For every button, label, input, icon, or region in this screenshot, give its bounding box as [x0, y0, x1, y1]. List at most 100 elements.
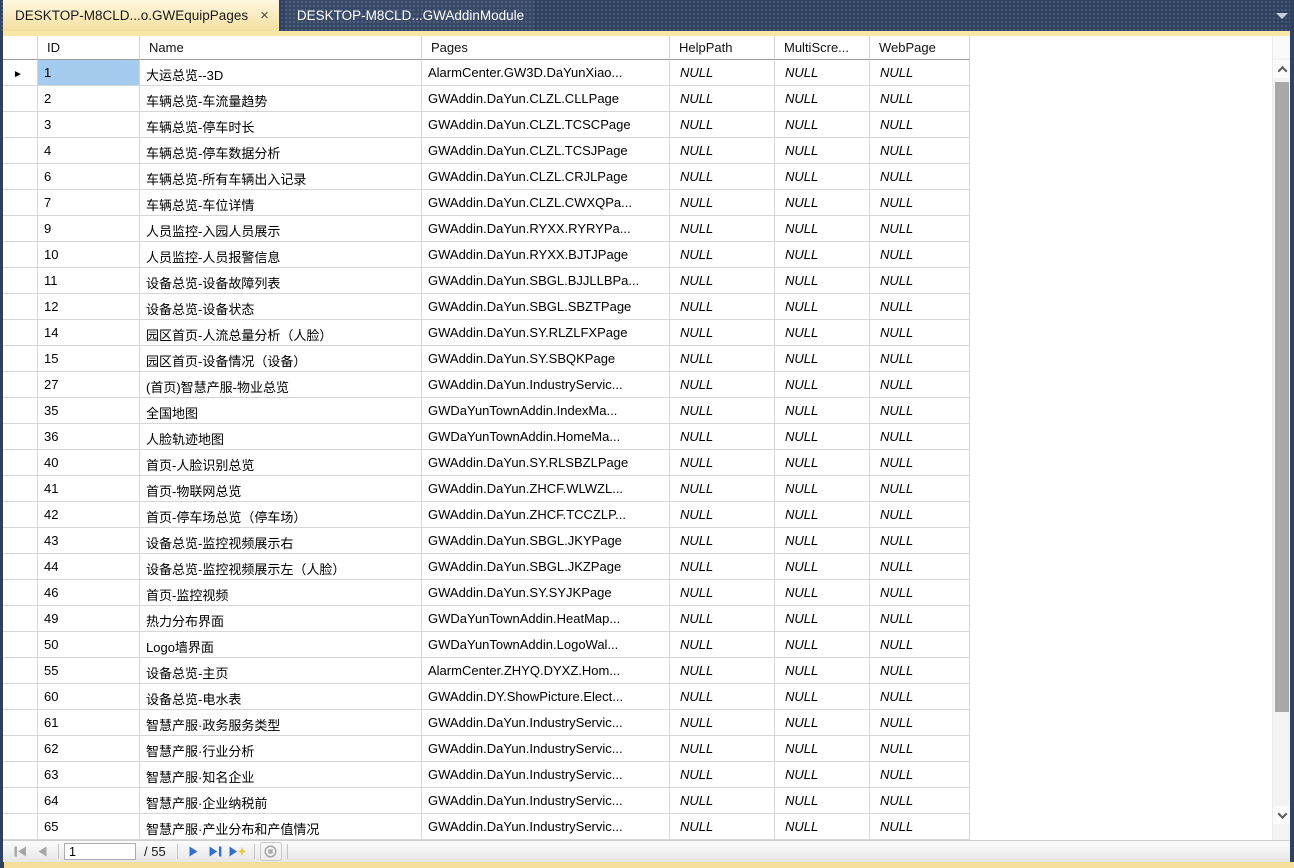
column-header-pages[interactable]: Pages — [422, 36, 670, 60]
row-header[interactable] — [3, 632, 38, 658]
grid-cell[interactable]: 40 — [38, 450, 140, 476]
grid-cell[interactable]: NULL — [870, 294, 970, 320]
grid-cell[interactable]: NULL — [670, 268, 775, 294]
grid-cell[interactable]: GWAddin.DaYun.IndustryServic... — [422, 788, 670, 814]
row-header[interactable] — [3, 658, 38, 684]
grid-cell[interactable]: NULL — [775, 372, 870, 398]
grid-cell[interactable]: GWDaYunTownAddin.HeatMap... — [422, 606, 670, 632]
grid-cell[interactable]: NULL — [870, 528, 970, 554]
grid-cell[interactable]: 50 — [38, 632, 140, 658]
grid-cell[interactable]: GWAddin.DaYun.SBGL.BJJLLBPa... — [422, 268, 670, 294]
grid-cell[interactable]: (首页)智慧产服-物业总览 — [140, 372, 422, 398]
grid-cell[interactable]: 14 — [38, 320, 140, 346]
grid-cell[interactable]: GWAddin.DY.ShowPicture.Elect... — [422, 684, 670, 710]
grid-cell[interactable]: GWAddin.DaYun.CLZL.CRJLPage — [422, 164, 670, 190]
grid-cell[interactable]: NULL — [670, 736, 775, 762]
grid-cell[interactable]: NULL — [870, 138, 970, 164]
grid-cell[interactable]: GWAddin.DaYun.CLZL.TCSJPage — [422, 138, 670, 164]
grid-cell[interactable]: NULL — [670, 190, 775, 216]
grid-cell[interactable]: NULL — [870, 86, 970, 112]
row-header[interactable] — [3, 320, 38, 346]
grid-cell[interactable]: GWAddin.DaYun.SBGL.JKYPage — [422, 528, 670, 554]
row-header[interactable] — [3, 814, 38, 840]
grid-cell[interactable]: 55 — [38, 658, 140, 684]
grid-cell[interactable]: NULL — [775, 242, 870, 268]
grid-cell[interactable]: 43 — [38, 528, 140, 554]
row-header[interactable] — [3, 138, 38, 164]
grid-cell[interactable]: NULL — [870, 684, 970, 710]
grid-cell[interactable]: NULL — [775, 320, 870, 346]
grid-cell[interactable]: NULL — [670, 86, 775, 112]
grid-cell[interactable]: NULL — [870, 658, 970, 684]
grid-cell[interactable]: NULL — [870, 60, 970, 86]
grid-cell[interactable]: 首页-监控视频 — [140, 580, 422, 606]
grid-cell[interactable]: NULL — [870, 424, 970, 450]
grid-cell[interactable]: 智慧产服·政务服务类型 — [140, 710, 422, 736]
grid-cell[interactable]: NULL — [870, 502, 970, 528]
grid-cell[interactable]: NULL — [775, 528, 870, 554]
grid-cell[interactable]: 65 — [38, 814, 140, 840]
grid-cell[interactable]: 4 — [38, 138, 140, 164]
grid-cell[interactable]: 首页-人脸识别总览 — [140, 450, 422, 476]
grid-cell[interactable]: NULL — [775, 190, 870, 216]
grid-cell[interactable]: GWAddin.DaYun.SBGL.SBZTPage — [422, 294, 670, 320]
grid-cell[interactable]: 11 — [38, 268, 140, 294]
grid-cell[interactable]: NULL — [670, 294, 775, 320]
grid-cell[interactable]: NULL — [870, 346, 970, 372]
grid-cell[interactable]: NULL — [775, 684, 870, 710]
row-header[interactable] — [3, 450, 38, 476]
grid-cell[interactable]: 大运总览--3D — [140, 60, 422, 86]
grid-cell[interactable]: 人员监控-人员报警信息 — [140, 242, 422, 268]
grid-cell[interactable]: NULL — [870, 710, 970, 736]
grid-cell[interactable]: GWAddin.DaYun.RYXX.RYRYPa... — [422, 216, 670, 242]
row-header[interactable] — [3, 164, 38, 190]
grid-cell[interactable]: Logo墙界面 — [140, 632, 422, 658]
row-header[interactable] — [3, 398, 38, 424]
grid-cell[interactable]: 49 — [38, 606, 140, 632]
grid-cell[interactable]: NULL — [775, 788, 870, 814]
grid-cell[interactable]: NULL — [775, 60, 870, 86]
scroll-up-button[interactable] — [1273, 60, 1291, 78]
grid-cell[interactable]: NULL — [775, 450, 870, 476]
stop-button[interactable] — [259, 842, 282, 861]
grid-cell[interactable]: NULL — [775, 86, 870, 112]
grid-cell[interactable]: NULL — [670, 320, 775, 346]
grid-cell[interactable]: NULL — [870, 476, 970, 502]
last-record-button[interactable] — [205, 843, 227, 861]
grid-cell[interactable]: NULL — [670, 424, 775, 450]
grid-cell[interactable]: 智慧产服·产业分布和产值情况 — [140, 814, 422, 840]
grid-cell[interactable]: NULL — [775, 398, 870, 424]
next-record-button[interactable] — [183, 843, 205, 861]
grid-cell[interactable]: NULL — [775, 606, 870, 632]
grid-cell[interactable]: 设备总览-设备故障列表 — [140, 268, 422, 294]
grid-cell[interactable]: NULL — [775, 216, 870, 242]
grid-cell[interactable]: GWAddin.DaYun.RYXX.BJTJPage — [422, 242, 670, 268]
grid-cell[interactable]: AlarmCenter.GW3D.DaYunXiao... — [422, 60, 670, 86]
grid-cell[interactable]: GWAddin.DaYun.CLZL.TCSCPage — [422, 112, 670, 138]
grid-cell[interactable]: 智慧产服·企业纳税前 — [140, 788, 422, 814]
row-header[interactable] — [3, 216, 38, 242]
grid-cell[interactable]: 63 — [38, 762, 140, 788]
column-header-name[interactable]: Name — [140, 36, 422, 60]
grid-cell[interactable]: 64 — [38, 788, 140, 814]
scroll-down-button[interactable] — [1273, 806, 1291, 824]
grid-cell[interactable]: NULL — [670, 580, 775, 606]
grid-cell[interactable]: 10 — [38, 242, 140, 268]
grid-cell[interactable]: NULL — [775, 502, 870, 528]
grid-cell[interactable]: GWAddin.DaYun.IndustryServic... — [422, 736, 670, 762]
grid-cell[interactable]: GWAddin.DaYun.IndustryServic... — [422, 372, 670, 398]
column-header-id[interactable]: ID — [38, 36, 140, 60]
grid-cell[interactable]: NULL — [870, 164, 970, 190]
grid-cell[interactable]: NULL — [870, 762, 970, 788]
grid-cell[interactable]: NULL — [775, 112, 870, 138]
row-header[interactable] — [3, 580, 38, 606]
grid-cell[interactable]: GWAddin.DaYun.CLZL.CWXQPa... — [422, 190, 670, 216]
grid-cell[interactable]: 车辆总览-所有车辆出入记录 — [140, 164, 422, 190]
grid-cell[interactable]: NULL — [670, 372, 775, 398]
grid-cell[interactable]: NULL — [670, 60, 775, 86]
row-header[interactable] — [3, 606, 38, 632]
grid-cell[interactable]: GWAddin.DaYun.SY.SYJKPage — [422, 580, 670, 606]
grid-cell[interactable]: NULL — [870, 788, 970, 814]
grid-cell[interactable]: 全国地图 — [140, 398, 422, 424]
grid-cell[interactable]: NULL — [775, 268, 870, 294]
